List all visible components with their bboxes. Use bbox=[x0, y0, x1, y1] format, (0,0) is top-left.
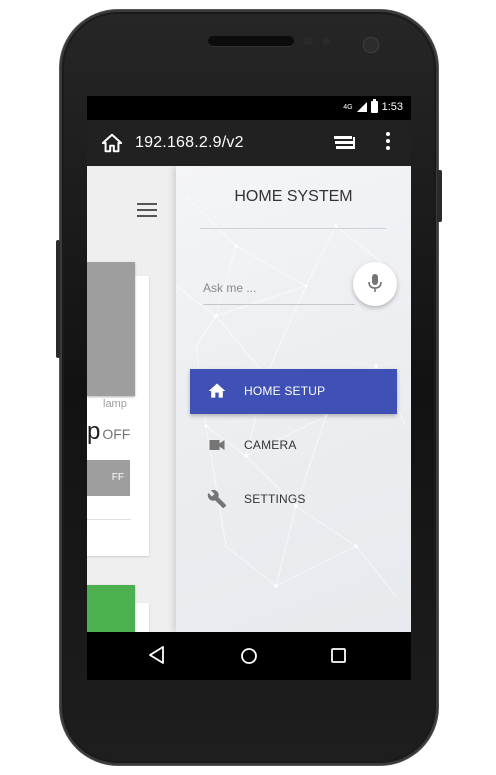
mic-button[interactable] bbox=[353, 262, 397, 306]
system-nav-bar bbox=[87, 632, 411, 680]
signal-icon bbox=[356, 102, 367, 112]
browser-toolbar: 192.168.2.9/v2 bbox=[87, 120, 411, 166]
status-time: 1:53 bbox=[381, 101, 403, 113]
network-type: 4G bbox=[343, 103, 353, 111]
light-sensor bbox=[322, 37, 330, 45]
mic-icon bbox=[368, 274, 382, 292]
ask-input[interactable] bbox=[203, 278, 355, 298]
drawer-title: HOME SYSTEM bbox=[234, 188, 353, 205]
ask-field-container bbox=[203, 278, 355, 305]
menu-item-label: SETTINGS bbox=[244, 492, 306, 506]
menu-item-label: HOME SETUP bbox=[244, 384, 326, 398]
home-icon[interactable] bbox=[101, 132, 123, 154]
earpiece-speaker bbox=[208, 36, 294, 46]
menu-item-label: CAMERA bbox=[244, 438, 297, 452]
back-icon[interactable] bbox=[149, 646, 165, 664]
recent-apps-icon[interactable] bbox=[331, 648, 346, 663]
phone-screen: 4G 1:53 192.168.2.9/v2 lamp p OFF FF HOM… bbox=[87, 96, 411, 680]
card-divider bbox=[87, 519, 131, 520]
url-field[interactable]: 192.168.2.9/v2 bbox=[135, 134, 244, 152]
device-card-2-image bbox=[87, 585, 135, 632]
proximity-sensor bbox=[303, 37, 313, 45]
navigation-drawer: HOME SYSTEM HOME SETUP bbox=[176, 166, 411, 632]
home-circle-icon[interactable] bbox=[240, 647, 258, 665]
home-icon bbox=[208, 383, 226, 398]
front-camera bbox=[363, 37, 379, 53]
status-bar: 4G 1:53 bbox=[87, 96, 411, 120]
device-title: p OFF bbox=[87, 418, 131, 445]
title-divider bbox=[200, 228, 386, 229]
web-content: lamp p OFF FF HOME SYSTEM Ask me ... HOM… bbox=[87, 166, 411, 632]
more-vert-icon[interactable] bbox=[383, 132, 393, 154]
power-button bbox=[437, 170, 442, 222]
wrench-icon bbox=[207, 489, 227, 509]
device-card-image bbox=[87, 262, 135, 396]
menu-item-settings[interactable]: SETTINGS bbox=[190, 477, 397, 522]
tabs-icon[interactable] bbox=[334, 134, 356, 152]
battery-icon bbox=[370, 99, 378, 113]
videocam-icon bbox=[209, 440, 225, 450]
menu-item-camera[interactable]: CAMERA bbox=[190, 423, 397, 468]
device-off-button[interactable]: FF bbox=[87, 460, 130, 496]
device-state: OFF bbox=[102, 426, 131, 442]
volume-rocker bbox=[56, 240, 60, 358]
hamburger-menu-icon[interactable] bbox=[137, 203, 157, 217]
menu-item-home-setup[interactable]: HOME SETUP bbox=[190, 369, 397, 414]
device-caption: lamp bbox=[103, 398, 127, 410]
